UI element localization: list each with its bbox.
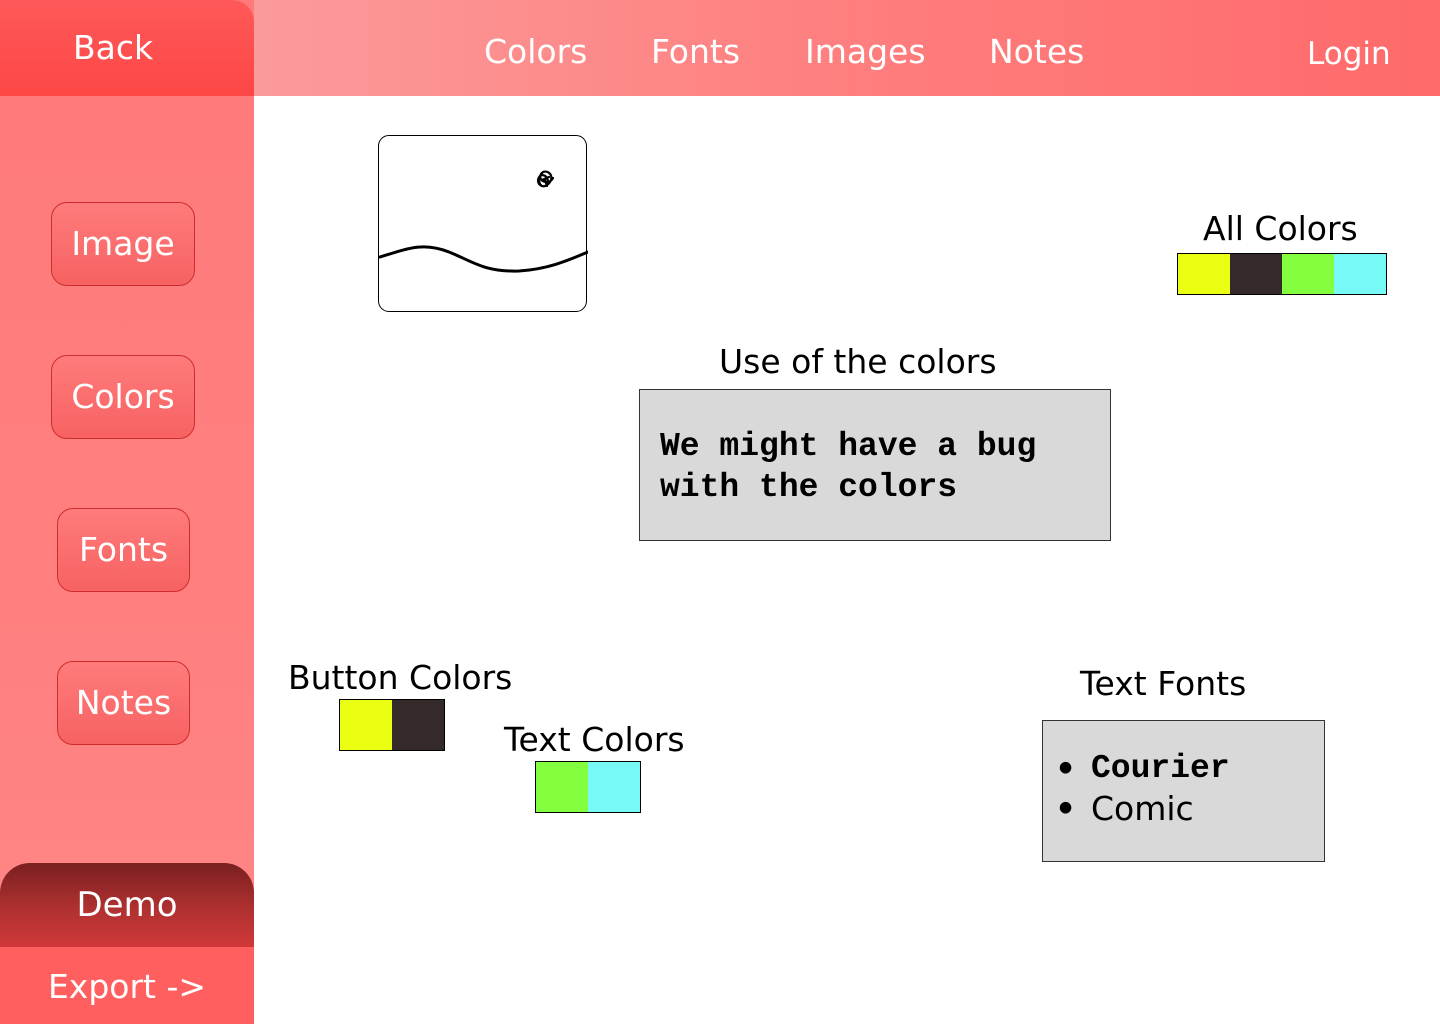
text-color-swatch-cyan[interactable] <box>588 762 640 812</box>
topnav-notes[interactable]: Notes <box>989 30 1084 74</box>
top-navigation: Colors Fonts Images Notes Login <box>254 0 1440 96</box>
color-swatch-green[interactable] <box>1282 254 1334 294</box>
font-item-courier[interactable]: Courier <box>1055 749 1230 789</box>
usage-text-line-2: with the colors <box>660 469 958 506</box>
sidebar-item-colors[interactable]: Colors <box>51 355 195 439</box>
topnav-fonts[interactable]: Fonts <box>651 30 740 74</box>
demo-button[interactable]: Demo <box>0 863 254 947</box>
text-colors-palette <box>535 761 641 813</box>
text-color-swatch-green[interactable] <box>536 762 588 812</box>
button-color-swatch-dark-brown[interactable] <box>392 700 444 750</box>
usage-title: Use of the colors <box>719 342 997 381</box>
button-colors-palette <box>339 699 445 751</box>
text-fonts-title: Text Fonts <box>1080 664 1247 703</box>
sidebar-item-image[interactable]: Image <box>51 202 195 286</box>
sidebar-item-notes[interactable]: Notes <box>57 661 190 745</box>
all-colors-title: All Colors <box>1203 209 1358 248</box>
button-color-swatch-yellow[interactable] <box>340 700 392 750</box>
image-placeholder[interactable] <box>378 135 588 312</box>
button-colors-title: Button Colors <box>288 658 513 697</box>
color-swatch-yellow[interactable] <box>1178 254 1230 294</box>
back-button[interactable]: Back <box>0 0 254 96</box>
topnav-images[interactable]: Images <box>805 30 926 74</box>
landscape-sketch-icon <box>379 170 588 273</box>
text-colors-title: Text Colors <box>504 720 685 759</box>
usage-text-line-1: We might have a bug <box>660 428 1037 465</box>
page: Colors Fonts Images Notes Login Back Ima… <box>0 0 1440 1024</box>
export-button[interactable]: Export -> <box>0 947 254 1024</box>
text-fonts-list: Courier Comic <box>1042 720 1325 862</box>
sidebar-item-fonts[interactable]: Fonts <box>57 508 190 592</box>
topnav-colors[interactable]: Colors <box>484 30 587 74</box>
all-colors-palette <box>1177 253 1387 295</box>
font-item-comic[interactable]: Comic <box>1055 789 1194 829</box>
color-swatch-cyan[interactable] <box>1334 254 1386 294</box>
color-swatch-dark-brown[interactable] <box>1230 254 1282 294</box>
usage-notice-box: We might have a bug with the colors <box>639 389 1111 541</box>
login-link[interactable]: Login <box>1307 32 1391 76</box>
sidebar: Back Image Colors Fonts Notes Demo Expor… <box>0 0 254 1024</box>
